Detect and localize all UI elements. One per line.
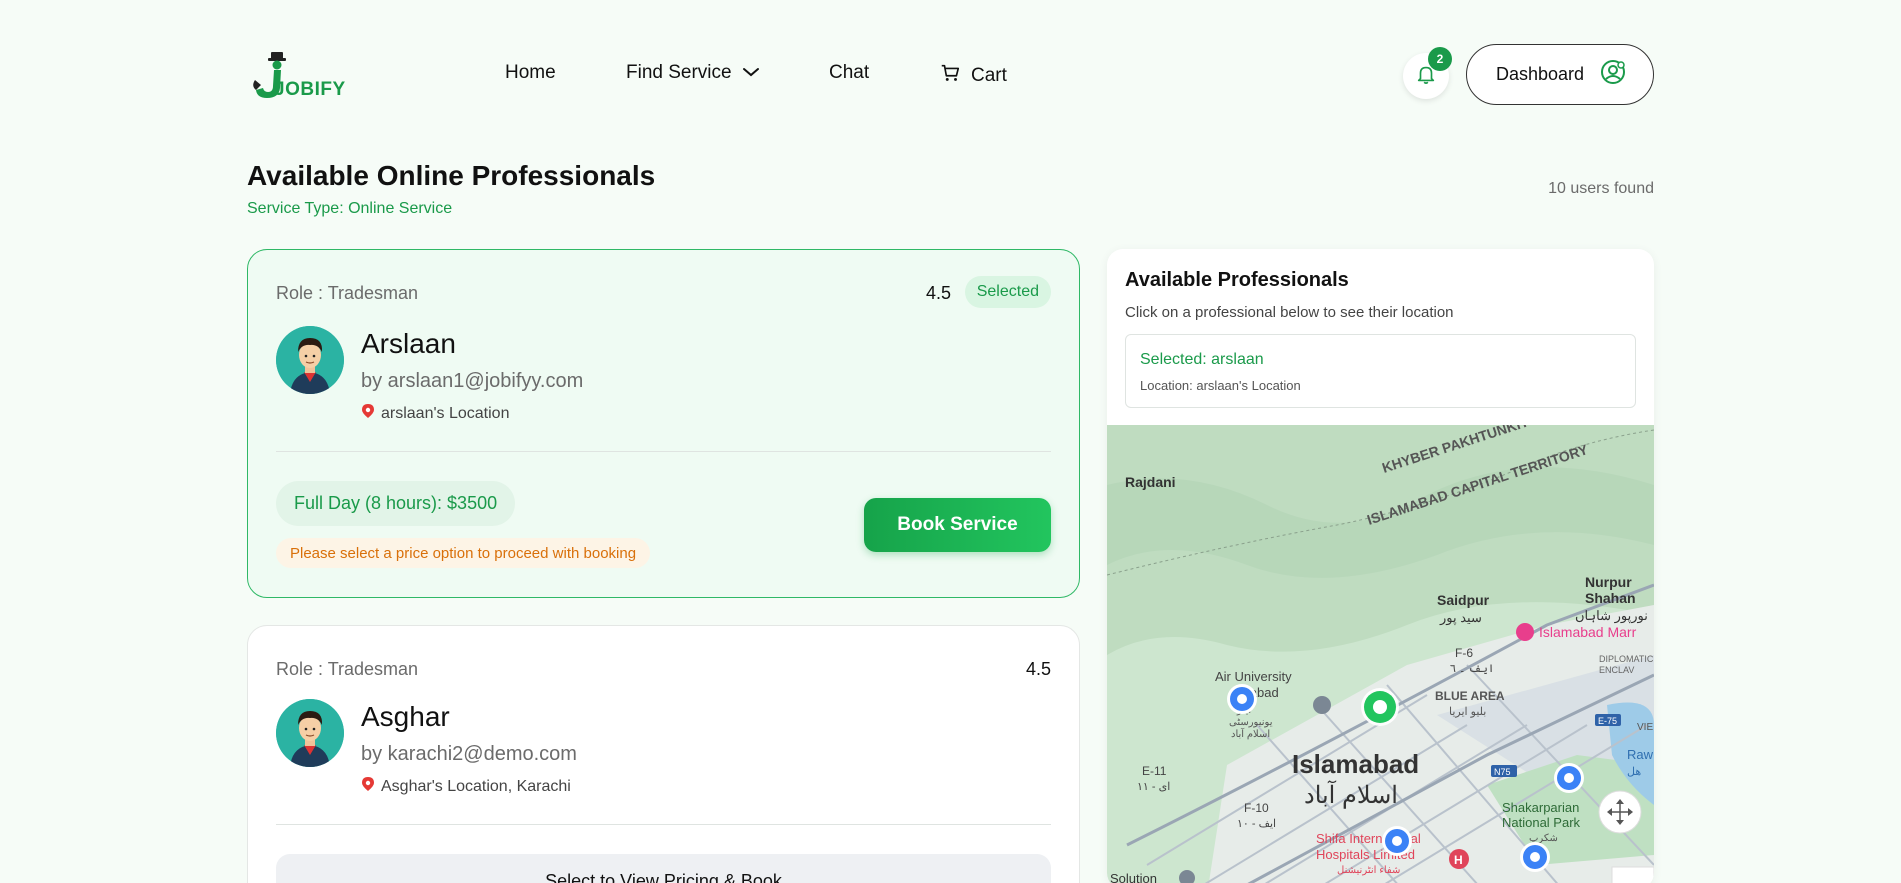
map-label: یونیورسٹی [1229,717,1273,728]
map-label: N75 [1494,767,1511,777]
map-label: Solution [1110,871,1157,883]
professional-location: Asghar's Location, Karachi [361,776,571,797]
professional-marker[interactable] [1520,842,1550,872]
selected-professional-marker[interactable] [1361,688,1399,726]
map-label: Islamabad [1292,749,1419,779]
professional-name: Asghar [361,701,450,732]
map-label: Air University [1215,669,1292,684]
professional-location-text: arslaan's Location [381,404,510,422]
book-service-button[interactable]: Book Service [864,498,1051,552]
map-label: Saidpur [1437,592,1490,608]
price-option-full-day[interactable]: Full Day (8 hours): $3500 [276,481,516,526]
map-label: F-6 [1455,646,1473,660]
professional-email: by karachi2@demo.com [361,743,577,765]
nav-find-service[interactable]: Find Service [626,62,760,84]
map-label: DIPLOMATIC [1599,654,1654,664]
selected-badge: Selected [964,276,1051,308]
move-arrows-icon[interactable] [1598,790,1642,834]
professional-rating: 4.5 [1025,659,1051,679]
map-panel-subtitle: Click on a professional below to see the… [1125,304,1454,321]
university-marker [1313,696,1331,714]
map-label: E-11 [1142,764,1167,778]
map-label: E-75 [1598,716,1617,726]
professional-rating: 4.5 [925,283,951,303]
map-label: Rajdani [1125,474,1176,490]
professional-role: Role : Tradesman [276,659,419,679]
selected-professional-name: Selected: arslaan [1140,351,1264,368]
professional-location: arslaan's Location [361,403,509,424]
map-label: Islamabad Marr [1539,624,1637,640]
card-divider [276,824,1051,825]
map-label: National Park [1502,815,1581,830]
professional-name: Arslaan [361,328,456,359]
chevron-down-icon [742,62,760,84]
notification-count-badge: 2 [1428,47,1452,71]
professional-location-text: Asghar's Location, Karachi [381,777,571,795]
nav-home[interactable]: Home [505,62,556,84]
cart-icon [939,62,961,90]
map-label: VIE [1637,722,1653,733]
map-label: F-10 [1244,801,1269,815]
map-view[interactable]: Rajdani KHYBER PAKHTUNKH ISLAMABAD CAPIT… [1107,414,1654,883]
map-label: ایف ۔ ٦ [1450,663,1494,675]
nav-cart[interactable]: Cart [939,62,1007,90]
map-label: BLUE AREA [1435,689,1505,703]
professional-card[interactable]: Role : Tradesman 4.5 Selected Arslaan by… [247,249,1080,598]
hotel-marker [1516,623,1534,641]
map-panel-title: Available Professionals [1125,269,1349,291]
map-label: Raw [1627,747,1654,762]
map-label: Shahan [1585,590,1636,606]
nav-cart-label: Cart [971,65,1007,86]
map-label: ای - ١١ [1137,781,1170,793]
map-panel: Available Professionals Click on a profe… [1107,249,1654,883]
nav-find-service-label: Find Service [626,62,732,83]
card-divider [276,451,1051,452]
svg-text:H: H [1454,853,1463,867]
map-label: نورپور شاہاں [1575,608,1648,624]
location-pin-icon [361,403,375,424]
dashboard-button[interactable]: Dashboard [1466,44,1654,105]
selected-professional-location: Location: arslaan's Location [1140,378,1301,393]
map-label: اسلام آباد [1231,727,1270,740]
professional-role: Role : Tradesman [276,283,419,303]
select-pricing-button[interactable]: Select to View Pricing & Book [276,854,1051,883]
map-label: ھل [1627,766,1641,778]
professional-card[interactable]: Role : Tradesman 4.5 Asghar by karachi2@… [247,625,1080,883]
page-title: Available Online Professionals [247,160,656,191]
map-label: ایف - ١٠ [1237,818,1276,830]
professional-email: by arslaan1@jobifyy.com [361,370,584,392]
avatar [276,699,344,767]
map-label: سید پور [1439,610,1482,626]
map-label: بلیو ایریا [1449,706,1486,718]
avatar [276,326,344,394]
location-pin-icon [361,776,375,797]
price-selection-warning: Please select a price option to proceed … [276,538,651,568]
logo-text: JOBIFY [274,79,346,100]
user-circle-icon [1600,59,1626,90]
dashboard-label: Dashboard [1496,64,1585,84]
map-label: شفاء انٹرنیشنل [1337,865,1400,876]
professional-marker[interactable] [1382,826,1412,856]
professional-marker[interactable] [1227,684,1257,714]
map-label: Shakarparian [1502,800,1579,815]
map-label: ENCLAV [1599,665,1634,675]
service-type-subtitle: Service Type: Online Service [247,200,453,217]
map-label: Nurpur [1585,574,1632,590]
site-header: JOBIFY Home Find Service Chat Cart 2 Das… [0,0,1901,148]
professional-marker[interactable] [1554,763,1584,793]
users-found-count: 10 users found [1548,180,1654,197]
selected-professional-box: Selected: arslaan Location: arslaan's Lo… [1125,334,1636,408]
nav-chat[interactable]: Chat [829,62,869,84]
map-label: اسلام آباد [1304,780,1398,809]
